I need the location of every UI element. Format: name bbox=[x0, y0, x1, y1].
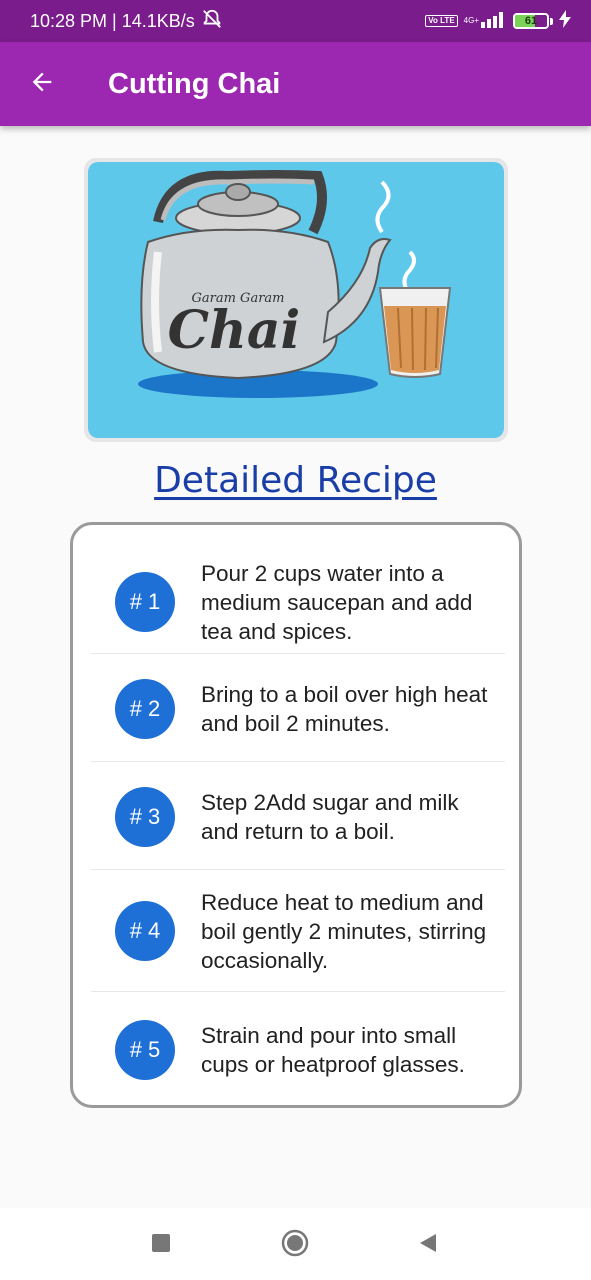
step-text: Pour 2 cups water into a medium saucepan… bbox=[201, 560, 473, 644]
home-button[interactable] bbox=[280, 1229, 310, 1262]
chai-kettle-illustration: Garam Garam Chai bbox=[138, 170, 452, 398]
step-text: Bring to a boil over high heat and boil … bbox=[201, 682, 488, 736]
charging-icon bbox=[559, 9, 571, 33]
battery-level: 61 bbox=[524, 15, 538, 27]
app-bar: Cutting Chai bbox=[0, 42, 591, 126]
network-type: 4G+ bbox=[463, 16, 479, 25]
status-time: 10:28 PM | 14.1KB/s bbox=[30, 10, 195, 31]
signal-icon bbox=[481, 10, 507, 33]
step-number-badge: # 3 bbox=[115, 787, 175, 847]
system-navigation-bar bbox=[0, 1208, 591, 1280]
square-recents-icon bbox=[150, 1232, 172, 1259]
recents-button[interactable] bbox=[146, 1230, 176, 1260]
arrow-back-icon bbox=[28, 68, 56, 101]
volte-icon: Vo LTE bbox=[425, 15, 458, 27]
step-text: Reduce heat to medium and boil gently 2 … bbox=[201, 889, 487, 973]
muted-alarm-icon bbox=[201, 8, 223, 35]
step-text: Step 2Add sugar and milk and return to a… bbox=[201, 790, 459, 844]
divider bbox=[91, 761, 505, 762]
list-item: # 5 Strain and pour into small cups or h… bbox=[91, 997, 505, 1103]
logo-word-text: Chai bbox=[168, 300, 301, 361]
list-item: # 4 Reduce heat to medium and boil gentl… bbox=[91, 873, 505, 989]
divider bbox=[91, 991, 505, 992]
list-item: # 2 Bring to a boil over high heat and b… bbox=[91, 657, 505, 761]
circle-home-icon bbox=[281, 1229, 309, 1262]
detailed-recipe-link[interactable]: Detailed Recipe bbox=[0, 460, 591, 501]
step-text: Strain and pour into small cups or heatp… bbox=[201, 1023, 465, 1077]
steps-card: # 1 Pour 2 cups water into a medium sauc… bbox=[70, 522, 522, 1108]
back-button[interactable] bbox=[0, 42, 84, 126]
list-item: # 3 Step 2Add sugar and milk and return … bbox=[91, 765, 505, 869]
recipe-image: Garam Garam Chai bbox=[84, 158, 508, 442]
step-number-badge: # 4 bbox=[115, 901, 175, 961]
nav-back-button[interactable] bbox=[412, 1230, 442, 1260]
step-number-badge: # 1 bbox=[115, 572, 175, 632]
battery-icon: 61 bbox=[513, 13, 549, 29]
battery-tip bbox=[550, 17, 553, 25]
page-title: Cutting Chai bbox=[108, 67, 281, 100]
list-item: # 1 Pour 2 cups water into a medium sauc… bbox=[91, 547, 505, 657]
divider bbox=[91, 653, 505, 654]
step-number-badge: # 2 bbox=[115, 679, 175, 739]
status-bar: 10:28 PM | 14.1KB/s Vo LTE 4G+ 61 bbox=[0, 0, 591, 42]
step-number-badge: # 5 bbox=[115, 1020, 175, 1080]
divider bbox=[91, 869, 505, 870]
triangle-back-icon bbox=[416, 1232, 438, 1259]
